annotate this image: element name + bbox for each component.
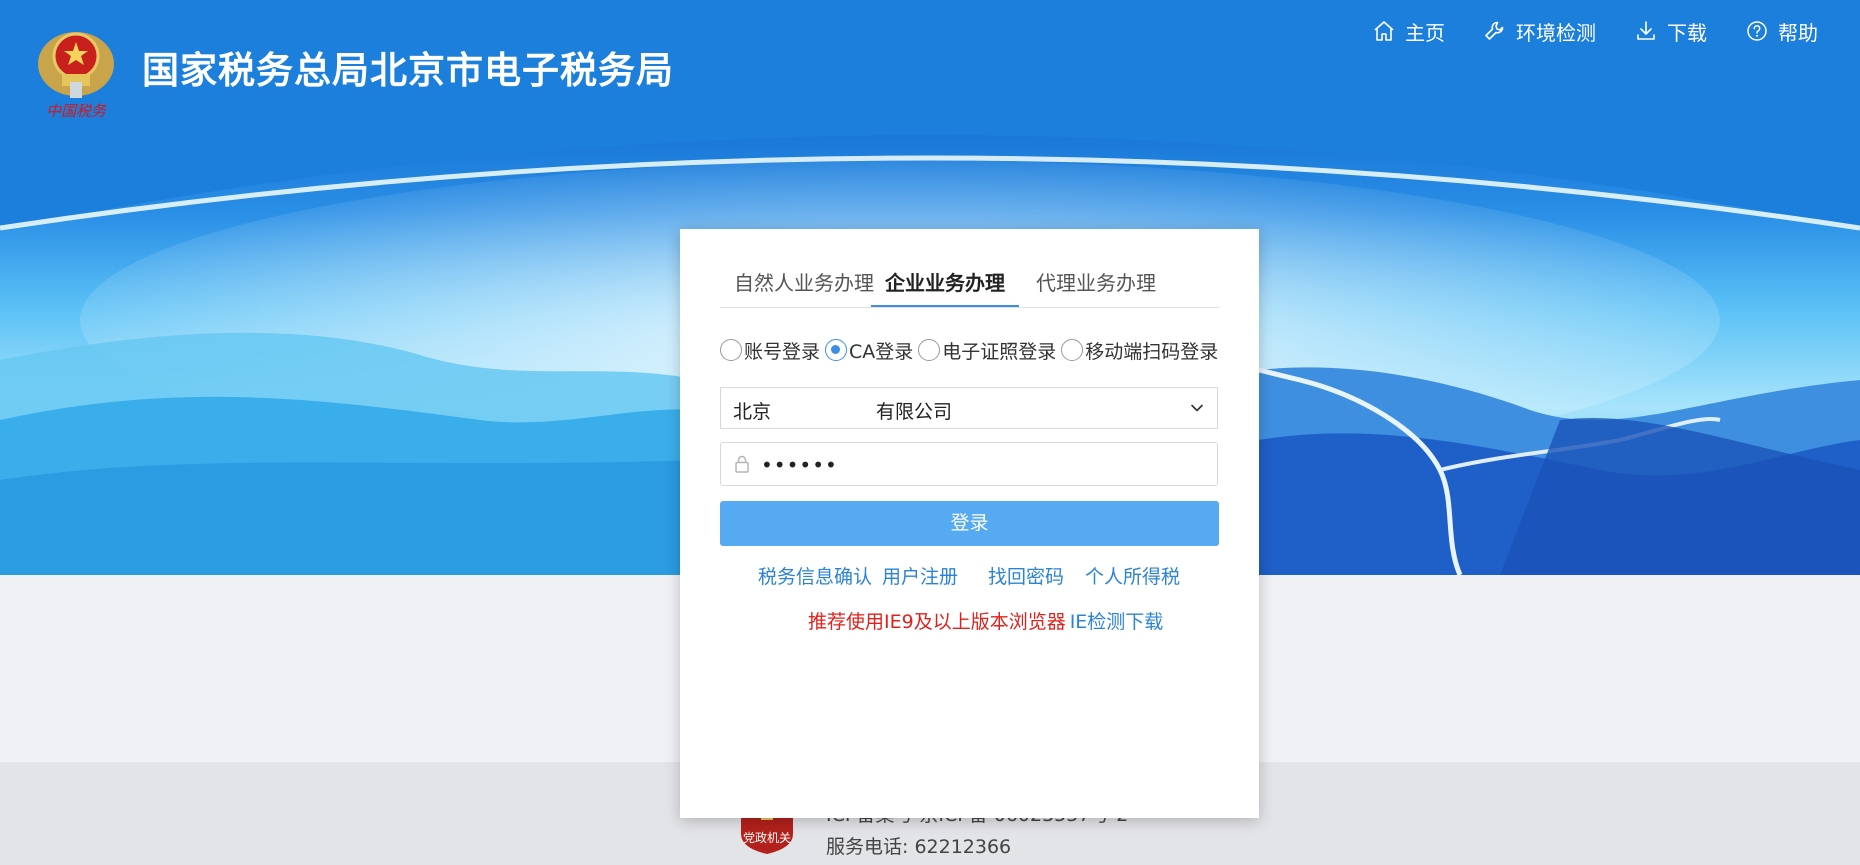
password-field[interactable]: •••••• xyxy=(720,442,1218,486)
radio-label: 电子证照登录 xyxy=(942,340,1057,363)
footer-service-phone: 服务电话: 62212366 xyxy=(826,836,1012,858)
browser-notice: 推荐使用IE9及以上版本浏览器 IE检测下载 xyxy=(808,607,1163,634)
radio-mobile-scan-login[interactable]: 移动端扫码登录 xyxy=(1061,337,1218,364)
download-icon xyxy=(1637,21,1655,40)
nav-home-label: 主页 xyxy=(1405,20,1445,45)
emblem-text: 党政机关 xyxy=(743,830,791,845)
radio-ca-login[interactable]: CA登录 xyxy=(825,337,913,364)
login-tabs: 自然人业务办理 企业业务办理 代理业务办理 xyxy=(720,261,1220,308)
login-card: 自然人业务办理 企业业务办理 代理业务办理 账号登录 CA登录 电子证照登录 移… xyxy=(680,229,1259,818)
nav-help[interactable]: 帮助 xyxy=(1745,16,1818,46)
link-tax-info-confirm[interactable]: 税务信息确认 xyxy=(758,562,872,589)
tab-individual[interactable]: 自然人业务办理 xyxy=(734,261,874,306)
login-method-group: 账号登录 CA登录 电子证照登录 移动端扫码登录 xyxy=(720,335,1223,365)
chevron-down-icon xyxy=(1191,404,1203,412)
link-retrieve-password[interactable]: 找回密码 xyxy=(988,562,1064,589)
radio-label: CA登录 xyxy=(849,340,914,363)
radio-account-login[interactable]: 账号登录 xyxy=(720,337,820,364)
top-nav: 主页 环境检测 下载 帮助 xyxy=(1372,16,1860,46)
tab-enterprise[interactable]: 企业业务办理 xyxy=(871,261,1019,307)
lock-icon xyxy=(735,455,749,473)
nav-env-check[interactable]: 环境检测 xyxy=(1483,16,1596,46)
login-button[interactable]: 登录 xyxy=(720,501,1219,546)
tab-agency[interactable]: 代理业务办理 xyxy=(1036,261,1156,306)
select-region-text: 北京 xyxy=(733,401,772,423)
company-select[interactable]: 北京 有限公司 xyxy=(720,387,1218,429)
home-icon xyxy=(1374,21,1394,41)
ie-check-download-link[interactable]: IE检测下载 xyxy=(1070,611,1164,633)
select-company-text: 有限公司 xyxy=(876,401,953,423)
help-icon xyxy=(1747,21,1767,41)
wrench-icon xyxy=(1485,21,1504,40)
radio-label: 移动端扫码登录 xyxy=(1085,340,1219,363)
radio-circle xyxy=(918,339,941,361)
radio-circle xyxy=(1061,339,1084,361)
nav-home[interactable]: 主页 xyxy=(1372,16,1445,46)
radio-label: 账号登录 xyxy=(744,340,821,363)
browser-recommendation-text: 推荐使用IE9及以上版本浏览器 xyxy=(808,611,1066,633)
nav-download-label: 下载 xyxy=(1667,20,1707,45)
link-user-register[interactable]: 用户注册 xyxy=(882,562,958,589)
link-personal-income-tax[interactable]: 个人所得税 xyxy=(1085,562,1180,589)
nav-env-check-label: 环境检测 xyxy=(1516,20,1596,45)
nav-help-label: 帮助 xyxy=(1778,20,1818,45)
nav-download[interactable]: 下载 xyxy=(1634,16,1707,46)
radio-circle-checked xyxy=(825,339,848,361)
radio-e-license-login[interactable]: 电子证照登录 xyxy=(918,337,1056,364)
radio-circle xyxy=(720,339,742,361)
password-value: •••••• xyxy=(761,453,838,477)
site-title: 国家税务总局北京市电子税务局 xyxy=(142,49,674,92)
logo-caption: 中国税务 xyxy=(46,102,108,120)
tax-emblem-logo: 中国税务 xyxy=(38,32,114,120)
